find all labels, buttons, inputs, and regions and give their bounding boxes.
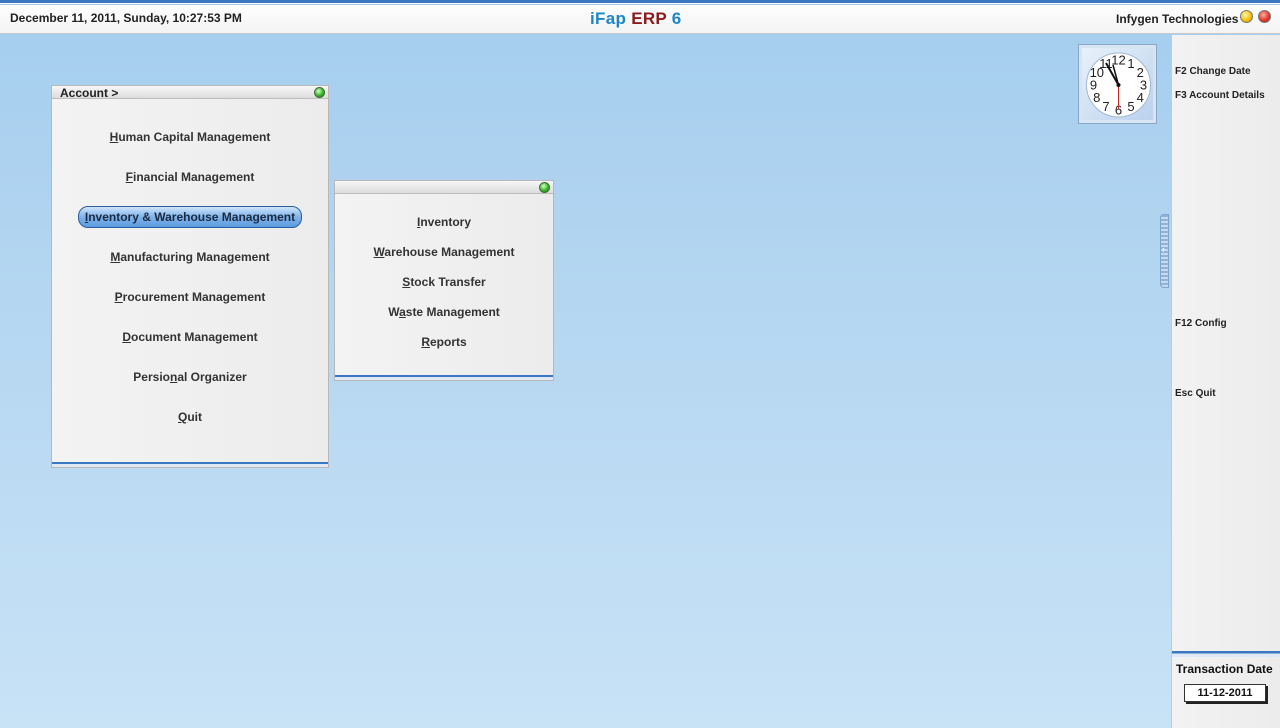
main-menu-window: Account > Human Capital Management Financ… [51,85,329,468]
submenu-item-label: Waste Management [388,305,500,319]
shortcut-quit[interactable]: Esc Quit [1175,388,1216,399]
submenu-item[interactable]: Warehouse Management [335,245,553,259]
main-menu-item[interactable]: Manufacturing Management [52,250,328,264]
submenu-item-label: Reports [421,335,467,349]
shortcut-panel: F2 Change Date F3 Account Details F12 Co… [1171,35,1280,728]
company-name: Infygen Technologies [1116,12,1239,26]
analog-clock: 121234567891011 [1078,44,1157,124]
main-menu-bottom-border [52,462,328,467]
submenu-item-label: Stock Transfer [402,275,486,289]
submenu-item-label: Inventory [416,215,472,229]
main-menu-item-label: Human Capital Management [109,130,271,144]
transaction-date-field[interactable]: 11-12-2011 [1184,684,1266,702]
clock-numeral: 4 [1137,90,1144,105]
current-datetime: December 11, 2011, Sunday, 10:27:53 PM [10,11,242,25]
main-menu-item[interactable]: Inventory & Warehouse Management [52,206,328,228]
main-menu-item[interactable]: Procurement Management [52,290,328,304]
submenu-status-light-icon[interactable] [539,182,550,193]
main-menu-item-label: Inventory & Warehouse Management [77,206,303,228]
shortcut-change-date[interactable]: F2 Change Date [1175,66,1251,77]
main-menu-item[interactable]: Persional Organizer [52,370,328,384]
submenu-item[interactable]: Inventory [335,215,553,229]
main-menu-item[interactable]: Quit [52,410,328,424]
main-menu-item[interactable]: Financial Management [52,170,328,184]
main-menu-item-label: Persional Organizer [133,370,247,384]
main-menu-item-label: Procurement Management [114,290,266,304]
top-bar: December 11, 2011, Sunday, 10:27:53 PM i… [0,0,1280,34]
side-panel-handle[interactable]: › [1160,214,1169,288]
chevron-right-icon: › [1162,244,1165,254]
clock-face: 121234567891011 [1086,52,1151,118]
submenu-window: Inventory Warehouse Management Stock Trans… [334,180,554,381]
submenu-item-label: Warehouse Management [373,245,515,259]
main-menu-item-label: Financial Management [125,170,255,184]
clock-numeral: 5 [1127,99,1134,114]
main-menu-item-label: Quit [177,410,202,424]
panel-divider [1172,651,1280,657]
submenu-bottom-border [335,375,553,380]
main-menu-item[interactable]: Human Capital Management [52,130,328,144]
submenu-item[interactable]: Waste Management [335,305,553,319]
main-menu-title: Account > [52,86,328,100]
main-menu-item-label: Document Management [122,330,258,344]
shortcut-account-details[interactable]: F3 Account Details [1175,90,1265,101]
submenu-title [335,181,553,194]
clock-numeral: 1 [1127,56,1134,71]
close-button[interactable] [1258,10,1271,23]
main-menu-item-label: Manufacturing Management [110,250,270,264]
app-title: iFap ERP 6 [590,9,682,29]
transaction-date-label: Transaction Date [1176,662,1273,676]
app-title-version: 6 [671,9,682,28]
app-title-erp: ERP [631,9,667,28]
submenu-item[interactable]: Stock Transfer [335,275,553,289]
clock-numeral: 7 [1102,99,1109,114]
main-menu-status-light-icon[interactable] [314,87,325,98]
minimize-button[interactable] [1240,10,1253,23]
app-title-ifap: iFap [590,9,627,28]
main-menu-item[interactable]: Document Management [52,330,328,344]
submenu-item[interactable]: Reports [335,335,553,349]
shortcut-config[interactable]: F12 Config [1175,318,1227,329]
